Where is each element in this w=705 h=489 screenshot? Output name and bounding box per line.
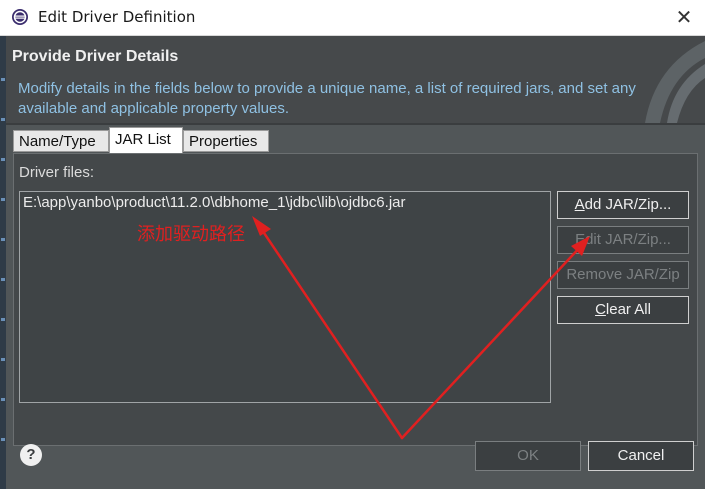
eclipse-app-icon (12, 9, 28, 25)
help-icon[interactable]: ? (20, 444, 42, 466)
cancel-button[interactable]: Cancel (588, 441, 694, 471)
clear-all-mnemonic: C (595, 301, 606, 318)
annotation-text: 添加驱动路径 (137, 224, 245, 245)
ok-button[interactable]: OK (475, 441, 581, 471)
jar-list-panel: Driver files: E:\app\yanbo\product\11.2.… (13, 153, 698, 446)
add-jar-mnemonic: A (574, 196, 585, 213)
clear-all-button[interactable]: Clear All (557, 296, 689, 324)
title-bar: Edit Driver Definition ✕ (0, 0, 705, 36)
driver-files-label: Driver files: (19, 164, 95, 181)
dialog-header: Provide Driver Details Modify details in… (6, 36, 705, 123)
tab-jar-list[interactable]: JAR List (109, 127, 183, 153)
add-jar-button[interactable]: Add JAR/Zip... (557, 191, 689, 219)
clear-all-label: lear All (605, 301, 651, 318)
close-icon[interactable]: ✕ (671, 4, 697, 30)
header-separator (6, 123, 705, 125)
page-title: Provide Driver Details (12, 48, 179, 65)
list-item[interactable]: E:\app\yanbo\product\11.2.0\dbhome_1\jdb… (23, 194, 406, 211)
remove-jar-button[interactable]: Remove JAR/Zip (557, 261, 689, 289)
window-title: Edit Driver Definition (38, 8, 196, 26)
wizard-banner-graphic (645, 41, 705, 123)
tab-properties[interactable]: Properties (183, 130, 269, 152)
edit-jar-button[interactable]: Edit JAR/Zip... (557, 226, 689, 254)
page-description: Modify details in the fields below to pr… (18, 80, 636, 117)
driver-files-list[interactable]: E:\app\yanbo\product\11.2.0\dbhome_1\jdb… (19, 191, 551, 403)
dialog-body: Provide Driver Details Modify details in… (6, 36, 705, 489)
tab-name-type[interactable]: Name/Type (13, 130, 109, 152)
add-jar-label: dd JAR/Zip... (584, 196, 672, 213)
